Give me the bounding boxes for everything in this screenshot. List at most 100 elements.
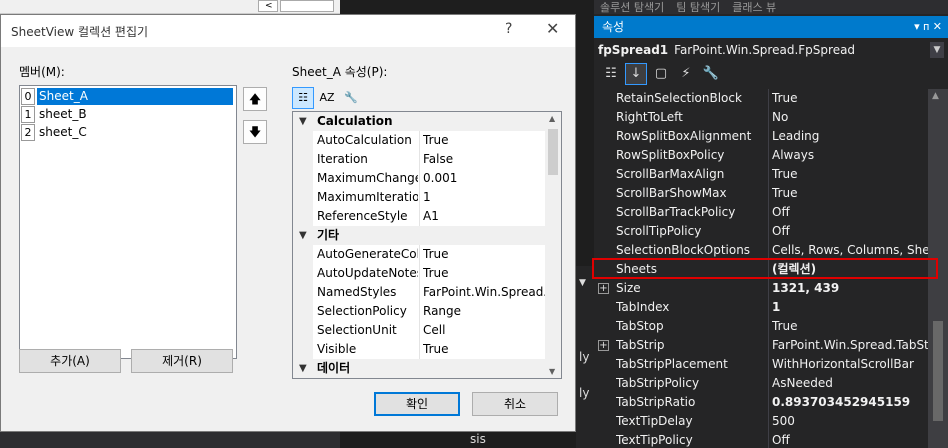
property-value[interactable]: Range [423, 302, 545, 321]
property-value[interactable]: 1 [423, 188, 545, 207]
move-down-button[interactable]: 🡇 [243, 120, 267, 144]
property-value[interactable]: Off [772, 431, 940, 448]
property-row[interactable]: ScrollBarMaxAlign True [594, 165, 940, 184]
property-value[interactable]: AsNeeded [772, 374, 940, 393]
property-row[interactable]: SelectionUnit Cell [293, 321, 545, 340]
property-row[interactable]: SelectionPolicy Range [293, 302, 545, 321]
scroll-up-icon[interactable]: ▲ [549, 114, 555, 123]
column-divider [768, 431, 769, 448]
property-value[interactable]: True [772, 317, 940, 336]
property-value[interactable]: FarPoint.Win.Spread.NamedStyleCollection [423, 283, 545, 302]
tab-solution-explorer[interactable]: 솔루션 탐색기 [594, 2, 670, 13]
property-value[interactable]: True [423, 131, 545, 150]
property-value[interactable]: WithHorizontalScrollBar [772, 355, 940, 374]
list-item[interactable]: 2 sheet_C [21, 124, 235, 141]
property-row[interactable]: ReferenceStyle A1 [293, 207, 545, 226]
panel-window-buttons[interactable]: ▾ ᴨ ✕ [914, 16, 942, 38]
categorized-icon[interactable]: ☷ [292, 87, 314, 109]
remove-button[interactable]: 제거(R) [131, 349, 233, 373]
property-value[interactable]: 0.893703452945159 [772, 393, 940, 412]
grid-scrollbar[interactable]: ▲ ▼ [545, 112, 561, 378]
property-value[interactable]: 1321, 439 [772, 279, 940, 298]
property-row[interactable]: TabStripPolicy AsNeeded [594, 374, 940, 393]
expand-icon[interactable]: + [598, 340, 609, 351]
property-row[interactable]: NamedStyles FarPoint.Win.Spread.NamedStyl… [293, 283, 545, 302]
scroll-up-icon[interactable]: ▲ [932, 91, 939, 101]
alphabetical-icon[interactable]: AZ [316, 87, 338, 109]
property-value[interactable]: Off [772, 222, 940, 241]
property-value[interactable]: 500 [772, 412, 940, 431]
property-value[interactable]: Always [772, 146, 940, 165]
property-row[interactable]: RetainSelectionBlock True [594, 89, 940, 108]
property-row[interactable]: RightToLeft No [594, 108, 940, 127]
property-pages-icon[interactable]: 🔧 [340, 87, 362, 109]
tab-class-view[interactable]: 클래스 뷰 [726, 2, 782, 13]
property-row[interactable]: MaximumIterations 1 [293, 188, 545, 207]
collapse-icon[interactable]: ▼ [299, 359, 307, 378]
property-value[interactable]: Cell [423, 321, 545, 340]
property-row[interactable]: RowSplitBoxAlignment Leading [594, 127, 940, 146]
scrollbar-thumb[interactable] [933, 321, 943, 421]
add-button[interactable]: 추가(A) [19, 349, 121, 373]
property-row[interactable]: TabStop True [594, 317, 940, 336]
property-value[interactable]: 0.001 [423, 169, 545, 188]
list-item[interactable]: 1 sheet_B [21, 106, 235, 123]
events-icon[interactable]: ⚡ [675, 63, 697, 85]
property-value[interactable]: 1 [772, 298, 940, 317]
property-value[interactable]: False [423, 150, 545, 169]
property-value[interactable]: True [772, 184, 940, 203]
ok-button[interactable]: 확인 [374, 392, 460, 416]
column-divider [768, 412, 769, 431]
scroll-down-icon[interactable]: ▼ [549, 367, 555, 376]
close-icon[interactable]: ✕ [546, 19, 559, 38]
collapse-icon[interactable]: ▼ [299, 112, 307, 131]
property-row[interactable]: MaximumChange 0.001 [293, 169, 545, 188]
property-row[interactable]: AutoGenerateColumns True [293, 245, 545, 264]
property-row[interactable]: TabIndex 1 [594, 298, 940, 317]
property-row[interactable]: RowSplitBoxPolicy Always [594, 146, 940, 165]
property-value[interactable]: True [423, 340, 545, 359]
list-item[interactable]: 0 Sheet_A [21, 88, 235, 105]
property-value[interactable]: A1 [423, 207, 545, 226]
property-name: RowSplitBoxAlignment [616, 129, 752, 143]
member-index: 0 [21, 88, 35, 105]
categorized-icon[interactable]: ☷ [600, 63, 622, 85]
property-row[interactable]: ScrollTipPolicy Off [594, 222, 940, 241]
property-row[interactable]: AutoUpdateNotes True [293, 264, 545, 283]
move-up-button[interactable]: 🡅 [243, 87, 267, 111]
property-value[interactable]: True [772, 165, 940, 184]
property-row[interactable]: TextTipPolicy Off [594, 431, 940, 448]
properties-icon[interactable]: ▢ [650, 63, 672, 85]
property-row[interactable]: TabStripPlacement WithHorizontalScrollBar [594, 355, 940, 374]
property-value[interactable]: Off [772, 203, 940, 222]
property-row[interactable]: Iteration False [293, 150, 545, 169]
expand-icon[interactable]: + [598, 283, 609, 294]
collapse-icon[interactable]: ▼ [299, 226, 307, 245]
property-row[interactable]: + TabStrip FarPoint.Win.Spread.TabStrip [594, 336, 940, 355]
scrollbar-thumb[interactable] [548, 129, 558, 175]
property-row[interactable]: AutoCalculation True [293, 131, 545, 150]
property-value[interactable]: True [772, 89, 940, 108]
property-row[interactable]: + Size 1321, 439 [594, 279, 940, 298]
alphabetical-icon[interactable]: ↓ [625, 63, 647, 85]
properties-title: 속성 [602, 20, 625, 34]
category-row[interactable]: ▼ Calculation [293, 112, 545, 131]
object-selector[interactable]: fpSpread1 FarPoint.Win.Spread.FpSpread ▼ [598, 40, 944, 60]
chevron-down-icon[interactable]: ▼ [930, 42, 944, 58]
property-value[interactable]: True [423, 245, 545, 264]
tab-team-explorer[interactable]: 팀 탐색기 [670, 2, 726, 13]
property-value[interactable]: FarPoint.Win.Spread.TabStrip [772, 336, 940, 355]
property-row[interactable]: Visible True [293, 340, 545, 359]
property-value[interactable]: No [772, 108, 940, 127]
property-value[interactable]: Leading [772, 127, 940, 146]
property-row[interactable]: ScrollBarTrackPolicy Off [594, 203, 940, 222]
property-value[interactable]: True [423, 264, 545, 283]
property-row[interactable]: TextTipDelay 500 [594, 412, 940, 431]
help-icon[interactable]: ? [505, 21, 512, 37]
category-row[interactable]: ▼ 기타 [293, 226, 545, 245]
property-row[interactable]: ScrollBarShowMax True [594, 184, 940, 203]
cancel-button[interactable]: 취소 [472, 392, 558, 416]
property-row[interactable]: TabStripRatio 0.893703452945159 [594, 393, 940, 412]
category-row[interactable]: ▼ 데이터 [293, 359, 545, 378]
property-pages-icon[interactable]: 🔧 [700, 63, 722, 85]
